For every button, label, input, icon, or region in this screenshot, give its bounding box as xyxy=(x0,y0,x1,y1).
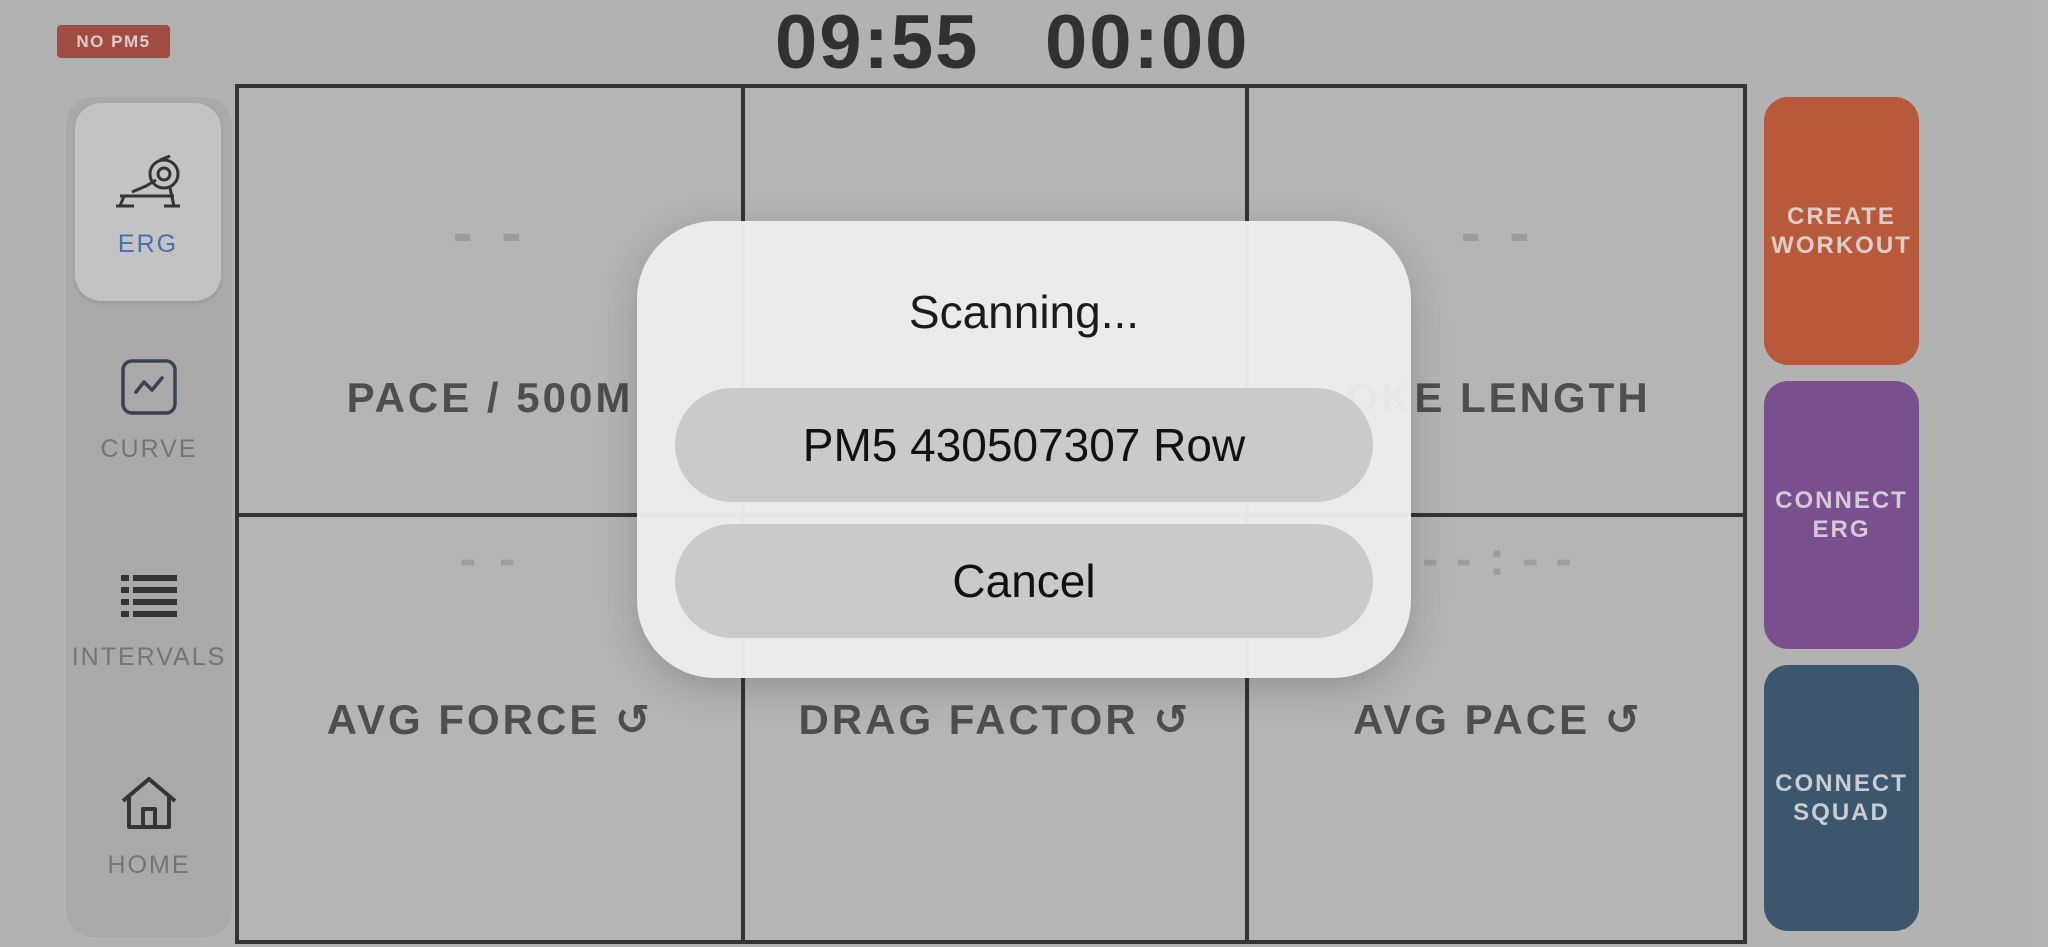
device-option-button[interactable]: PM5 430507307 Row xyxy=(675,388,1373,502)
scanning-dialog: Scanning... PM5 430507307 Row Cancel xyxy=(637,221,1411,678)
cancel-button[interactable]: Cancel xyxy=(675,524,1373,638)
dialog-title: Scanning... xyxy=(908,286,1140,338)
